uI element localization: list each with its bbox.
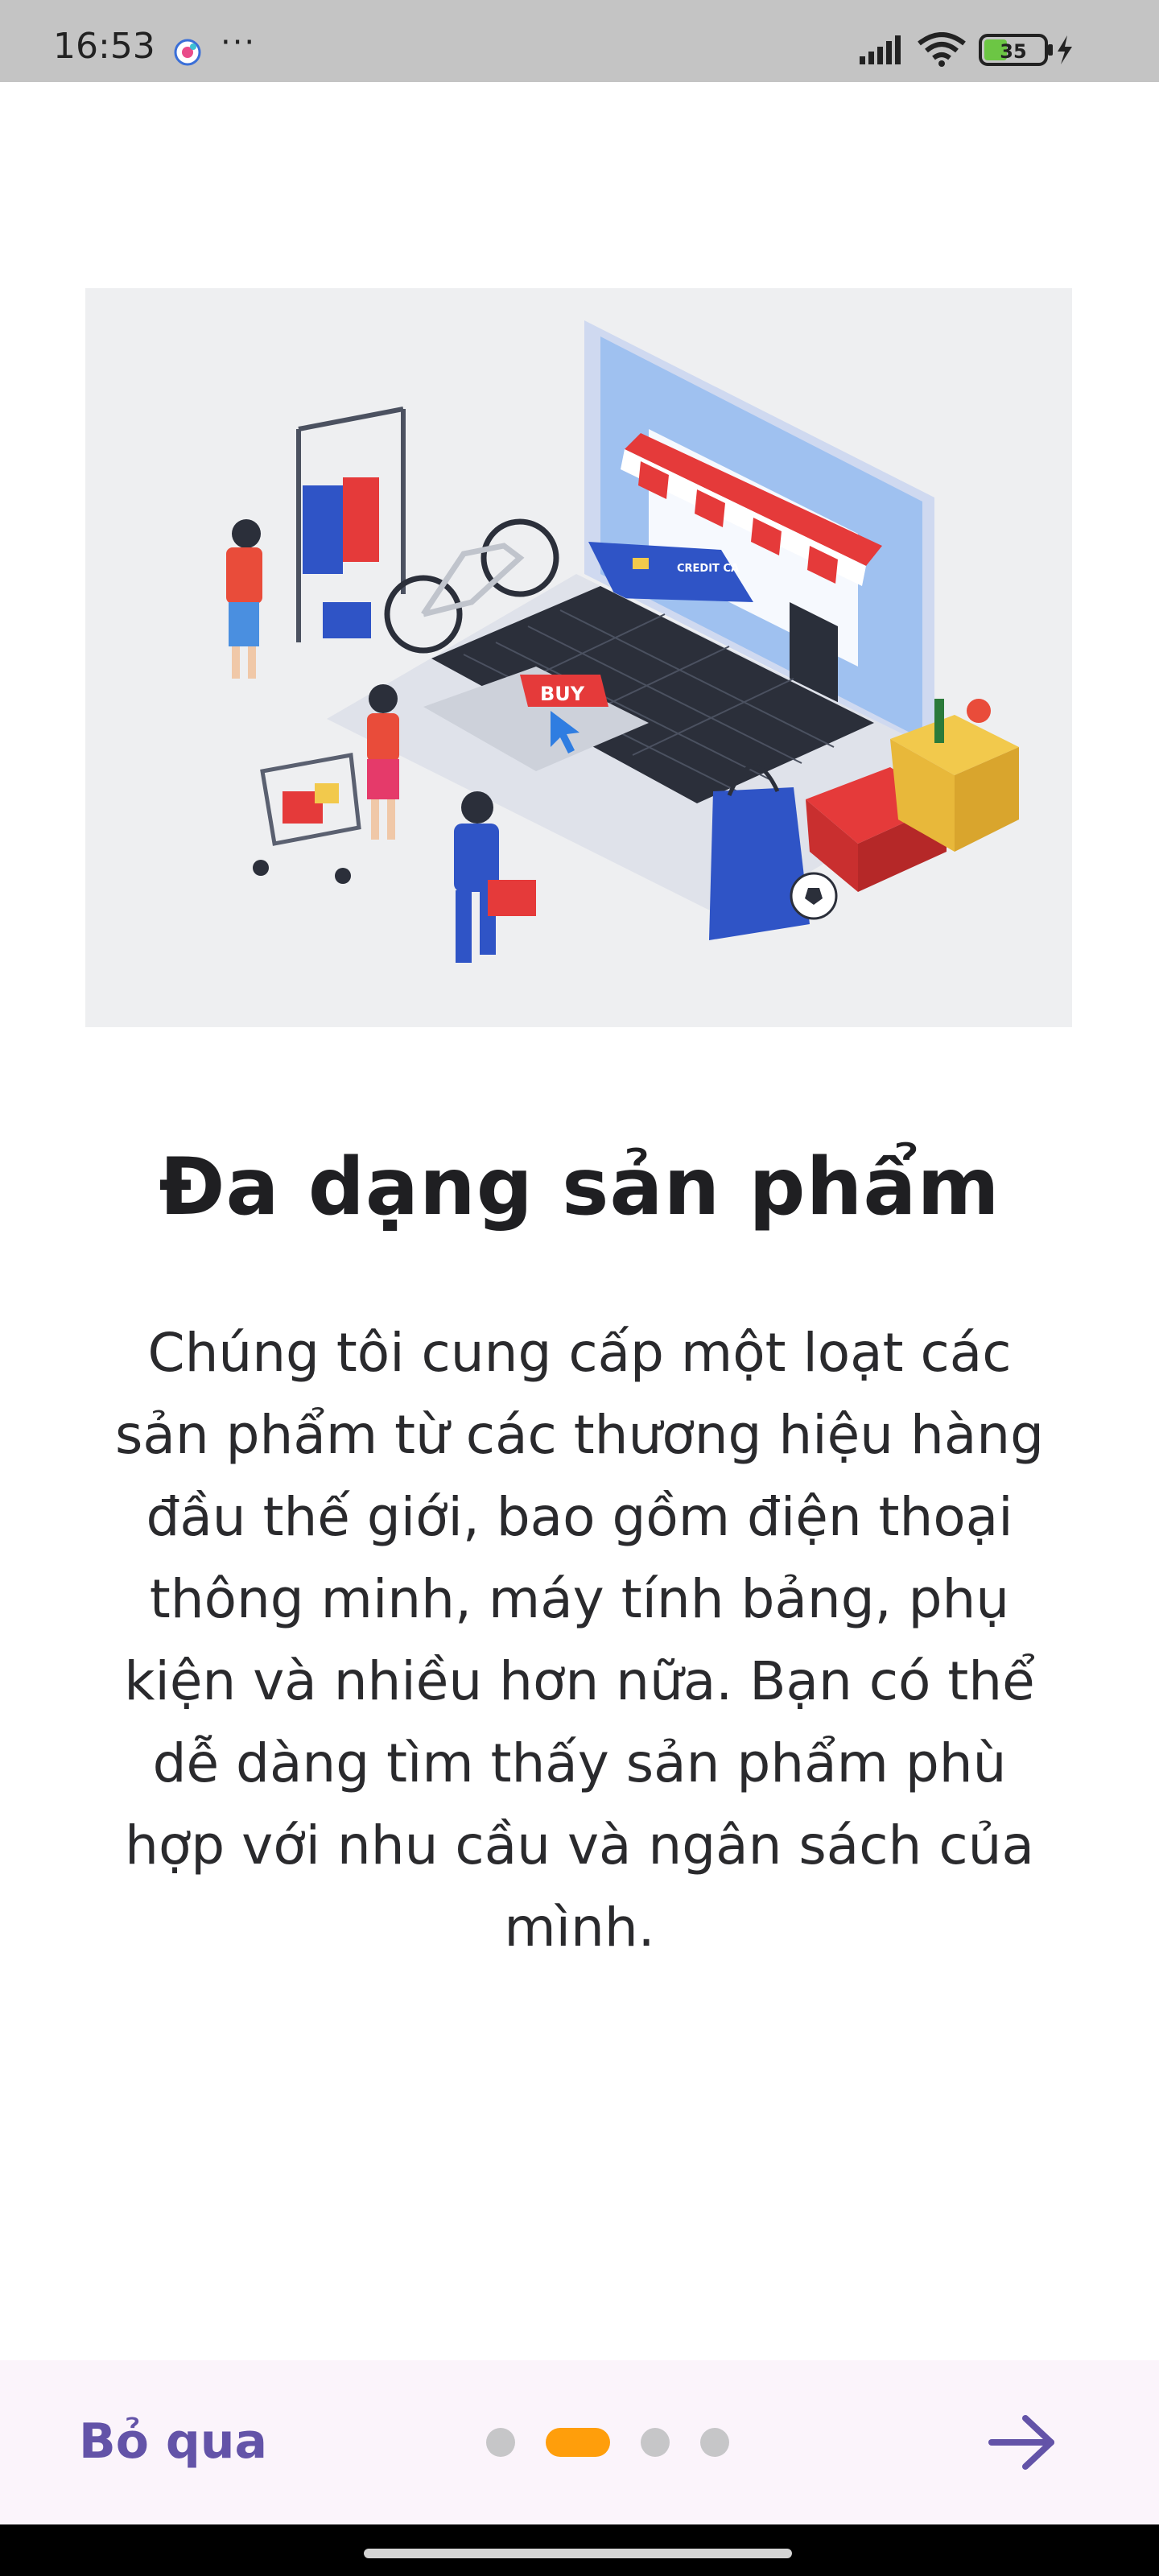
next-button[interactable] <box>987 2413 1059 2471</box>
wifi-icon <box>918 32 966 67</box>
page-indicator <box>486 2426 760 2458</box>
arrow-right-icon <box>988 2415 1054 2470</box>
svg-text:35: 35 <box>1000 40 1026 63</box>
battery-icon: 35 <box>979 34 1053 66</box>
system-navigation-bar <box>0 2524 1159 2576</box>
charging-icon <box>1058 35 1072 64</box>
hero-illustration: CREDIT CA BUY <box>85 288 1072 1027</box>
status-icons: 35 <box>860 32 1072 67</box>
bottom-bar: Bỏ qua <box>0 2360 1159 2524</box>
page-description: Chúng tôi cung cấp một loạt các sản phẩm… <box>115 1322 1044 1959</box>
status-bar: 16:53 ··· 35 <box>0 0 1159 82</box>
app-notification-icon <box>174 39 201 66</box>
svg-text:CREDIT CA: CREDIT CA <box>677 563 739 575</box>
home-indicator[interactable] <box>364 2549 792 2558</box>
signal-icon <box>860 35 901 64</box>
page-title: Đa dạng sản phẩm <box>159 1141 1000 1233</box>
page-dot[interactable] <box>700 2428 729 2457</box>
skip-button[interactable]: Bỏ qua <box>79 2413 267 2470</box>
online-shopping-illustration-icon: CREDIT CA BUY <box>85 288 1072 1027</box>
more-dots-icon: ··· <box>221 24 257 61</box>
status-time: 16:53 <box>53 26 155 67</box>
page-dot-active[interactable] <box>546 2428 610 2457</box>
page-dot[interactable] <box>486 2428 515 2457</box>
page-dot[interactable] <box>641 2428 670 2457</box>
svg-text:BUY: BUY <box>540 683 585 705</box>
